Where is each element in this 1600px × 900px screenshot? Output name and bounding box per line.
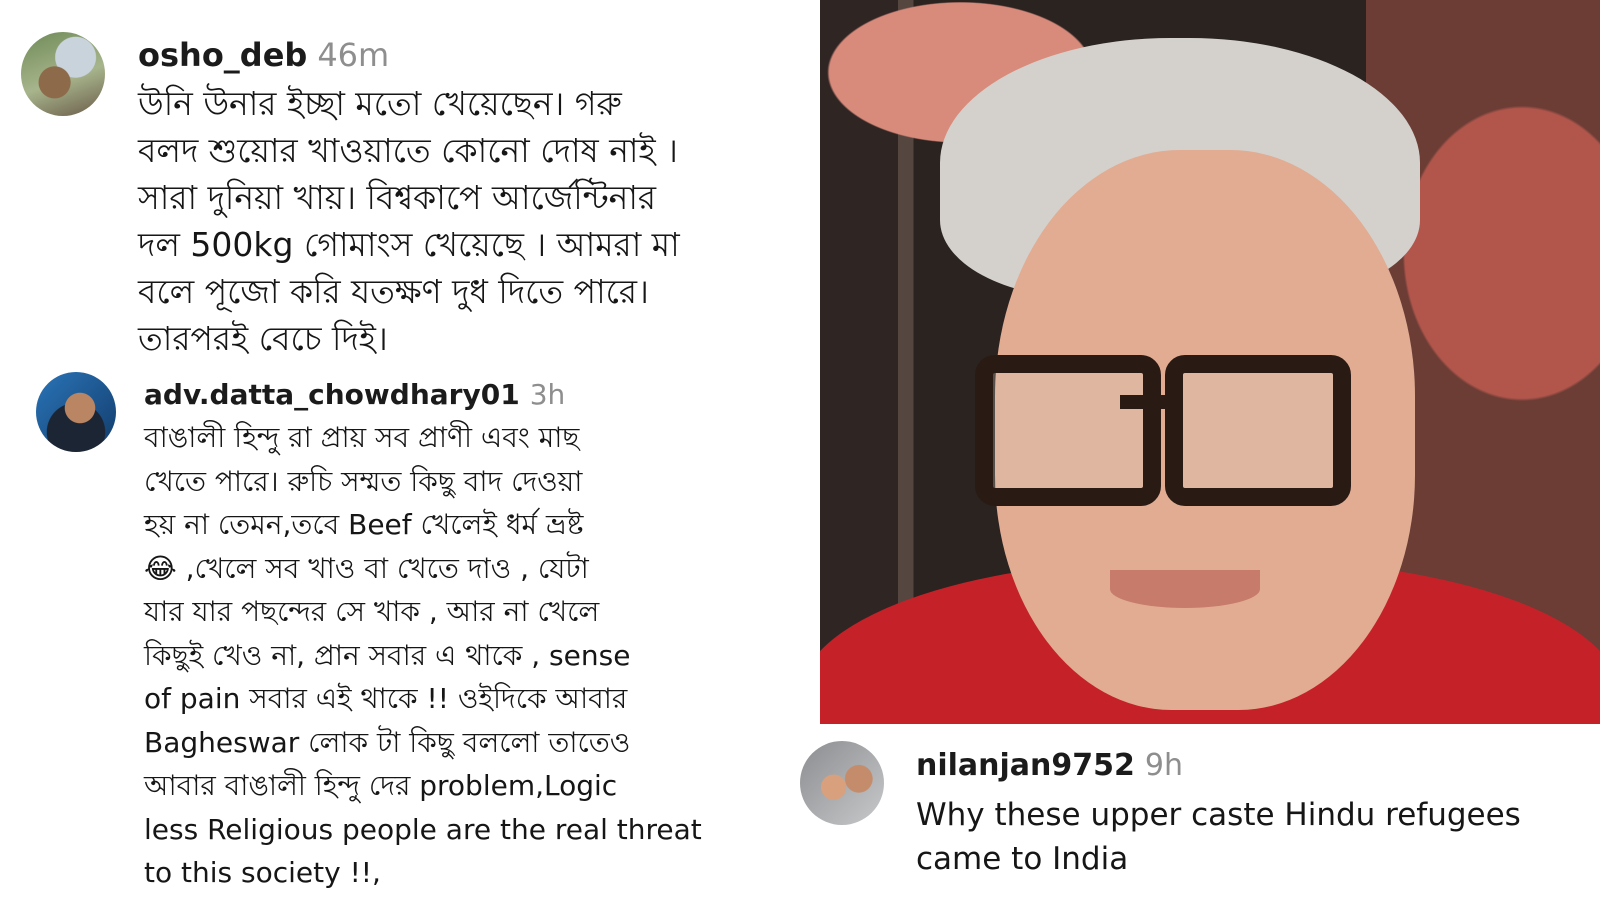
comment-header: adv.datta_chowdhary01 3h xyxy=(144,378,565,411)
photo-glasses-left xyxy=(975,355,1161,506)
comment-header: nilanjan9752 9h xyxy=(916,748,1183,783)
timestamp: 9h xyxy=(1144,748,1184,783)
comment-header: osho_deb 46m xyxy=(138,36,389,74)
username-link[interactable]: osho_deb xyxy=(138,36,307,74)
avatar[interactable] xyxy=(800,741,884,825)
timestamp: 46m xyxy=(317,36,390,74)
avatar[interactable] xyxy=(36,372,116,452)
portrait-photo xyxy=(820,0,1600,724)
avatar[interactable] xyxy=(21,32,105,116)
comment-text: বাঙালী হিন্দু রা প্রায় সব প্রাণী এবং মা… xyxy=(144,421,702,889)
timestamp: 3h xyxy=(529,378,566,411)
username-link[interactable]: adv.datta_chowdhary01 xyxy=(144,378,520,411)
photo-glasses-right xyxy=(1165,355,1351,506)
username-link[interactable]: nilanjan9752 xyxy=(916,748,1135,783)
photo-glasses-bridge xyxy=(1120,395,1180,409)
photo-mouth xyxy=(1110,570,1260,608)
comment-text: উনি উনার ইচ্ছা মতো খেয়েছেন। গরু বলদ শুয… xyxy=(138,84,680,358)
comment-text: Why these upper caste Hindu refugees cam… xyxy=(916,797,1521,877)
